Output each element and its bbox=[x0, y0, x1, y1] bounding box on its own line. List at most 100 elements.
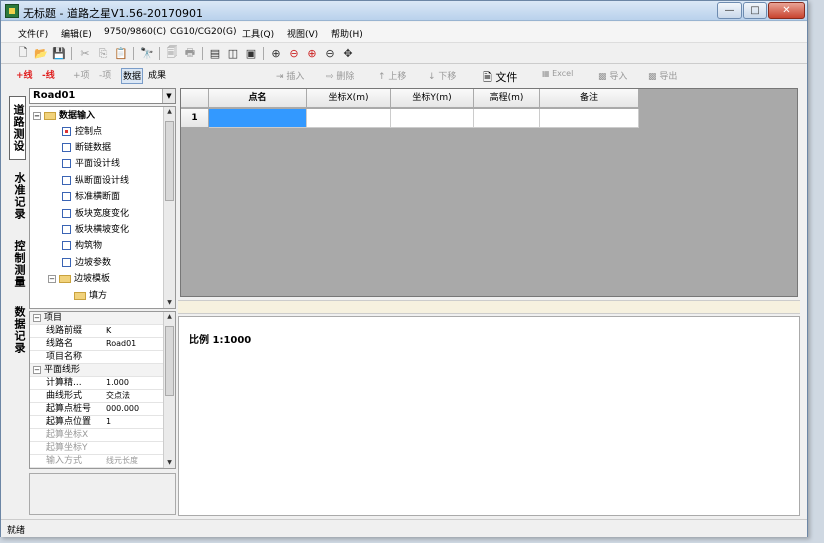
tree-item[interactable]: 构筑物 bbox=[62, 239, 102, 254]
checkbox-icon[interactable] bbox=[62, 159, 71, 168]
pan-icon[interactable]: ✥ bbox=[340, 46, 356, 61]
minimize-button[interactable]: — bbox=[717, 2, 742, 19]
column-header[interactable]: 点名 bbox=[209, 89, 307, 108]
menu-tools[interactable]: 工具(Q) bbox=[239, 26, 277, 41]
prop-row[interactable]: 计算精... 1.000 bbox=[30, 377, 164, 390]
scroll-up-icon[interactable]: ▲ bbox=[164, 107, 175, 117]
menu-file[interactable]: 文件(F) bbox=[15, 26, 51, 41]
layout-2-icon[interactable]: ◫ bbox=[225, 46, 241, 61]
tree-item[interactable]: 板块宽度变化 bbox=[62, 207, 129, 222]
checkbox-icon[interactable] bbox=[62, 258, 71, 267]
find-icon[interactable]: 🔭 bbox=[139, 46, 155, 61]
tree-item[interactable]: 平面设计线 bbox=[62, 157, 120, 172]
grid-cell[interactable] bbox=[540, 109, 639, 128]
checkbox-icon[interactable] bbox=[62, 192, 71, 201]
props-scrollbar[interactable]: ▲ ▼ bbox=[163, 312, 175, 468]
export-button[interactable]: ▩ 导出 bbox=[648, 69, 677, 82]
scroll-up-icon[interactable]: ▲ bbox=[164, 312, 175, 322]
scroll-down-icon[interactable]: ▼ bbox=[164, 458, 175, 468]
checkbox-icon[interactable] bbox=[62, 127, 71, 136]
paste-icon[interactable]: 📋 bbox=[113, 46, 129, 61]
title-bar[interactable]: 无标题 - 道路之星V1.56-20170901 — □ ✕ bbox=[1, 1, 807, 21]
excel-button[interactable]: ▦ Excel bbox=[542, 69, 573, 78]
print-icon[interactable]: 🖶 bbox=[182, 46, 198, 61]
prop-row[interactable]: 输入方式 线元长度 bbox=[30, 455, 164, 468]
tree-scrollbar[interactable]: ▲ ▼ bbox=[163, 107, 175, 308]
add-line-button[interactable]: +线 bbox=[15, 68, 34, 84]
chevron-down-icon[interactable]: ▼ bbox=[162, 89, 175, 103]
print-preview-icon[interactable]: 🗐 bbox=[164, 46, 180, 61]
copy-icon[interactable]: ⎘ bbox=[95, 46, 111, 61]
tab-result[interactable]: 成果 bbox=[147, 68, 167, 84]
scroll-down-icon[interactable]: ▼ bbox=[164, 298, 175, 308]
grid-cell[interactable] bbox=[391, 109, 474, 128]
zoom-window-icon[interactable]: ⊖ bbox=[286, 46, 302, 61]
tree-root[interactable]: − 数据输入 bbox=[33, 109, 95, 124]
tree-item[interactable]: 控制点 bbox=[62, 125, 102, 140]
tree-subfolder[interactable]: 填方 bbox=[74, 289, 107, 304]
collapse-icon[interactable]: − bbox=[33, 111, 41, 120]
grid-cell[interactable] bbox=[474, 109, 540, 128]
prop-category[interactable]: − 平面线形 bbox=[30, 364, 164, 377]
file-button[interactable]: 🗎 文件 bbox=[483, 69, 517, 88]
checkbox-icon[interactable] bbox=[62, 225, 71, 234]
prop-row[interactable]: 项目名称 bbox=[30, 351, 164, 364]
checkbox-icon[interactable] bbox=[62, 209, 71, 218]
tree-item[interactable]: 板块横坡变化 bbox=[62, 223, 129, 238]
tree-folder[interactable]: − 边坡模板 bbox=[48, 272, 110, 287]
layout-3-icon[interactable]: ▣ bbox=[243, 46, 259, 61]
menu-view[interactable]: 视图(V) bbox=[284, 26, 321, 41]
column-header[interactable]: 备注 bbox=[540, 89, 639, 108]
vtab-data-record[interactable]: 数据记录 bbox=[9, 298, 26, 362]
import-button[interactable]: ▩ 导入 bbox=[598, 69, 627, 82]
zoom-fit-icon[interactable]: ⊕ bbox=[268, 46, 284, 61]
insert-button[interactable]: ⇥ 插入 bbox=[276, 69, 304, 82]
grid-corner[interactable] bbox=[181, 89, 209, 108]
close-button[interactable]: ✕ bbox=[768, 2, 805, 19]
road-select[interactable]: Road01 ▼ bbox=[29, 88, 176, 104]
tab-data[interactable]: 数据 bbox=[121, 68, 144, 84]
grid-cell-selected[interactable] bbox=[209, 109, 307, 128]
prop-row[interactable]: 起算点桩号 000.000 bbox=[30, 403, 164, 416]
zoom-out-icon[interactable]: ⊖ bbox=[322, 46, 338, 61]
prop-row[interactable]: 线路前缀 K bbox=[30, 325, 164, 338]
column-header[interactable]: 坐标Y(m) bbox=[391, 89, 474, 108]
menu-cg10[interactable]: CG10/CG20(G) bbox=[167, 26, 239, 38]
tree-item[interactable]: 边坡参数 bbox=[62, 256, 111, 271]
checkbox-icon[interactable] bbox=[62, 143, 71, 152]
column-header[interactable]: 高程(m) bbox=[474, 89, 540, 108]
new-file-icon[interactable]: 🗋 bbox=[15, 46, 31, 61]
prop-row[interactable]: 曲线形式 交点法 bbox=[30, 390, 164, 403]
open-folder-icon[interactable]: 📂 bbox=[33, 46, 49, 61]
remove-line-button[interactable]: -线 bbox=[41, 68, 56, 84]
collapse-icon[interactable]: − bbox=[48, 274, 56, 283]
prop-row[interactable]: 起算坐标Y bbox=[30, 442, 164, 455]
drawing-canvas[interactable]: 比例 1:1000 bbox=[178, 316, 800, 516]
splitter-strip[interactable] bbox=[178, 300, 800, 314]
menu-help[interactable]: 帮助(H) bbox=[328, 26, 366, 41]
row-header[interactable]: 1 bbox=[181, 109, 209, 128]
move-down-button[interactable]: ↓ 下移 bbox=[428, 69, 456, 82]
tree-item[interactable]: 纵断面设计线 bbox=[62, 174, 129, 189]
cut-icon[interactable]: ✂ bbox=[77, 46, 93, 61]
add-item-button[interactable]: +项 bbox=[72, 68, 91, 84]
collapse-icon[interactable]: − bbox=[33, 314, 41, 322]
column-header[interactable]: 坐标X(m) bbox=[307, 89, 391, 108]
move-up-button[interactable]: ↑ 上移 bbox=[378, 69, 406, 82]
vtab-road-survey[interactable]: 道路测设 bbox=[9, 96, 26, 160]
menu-9750[interactable]: 9750/9860(C) bbox=[101, 26, 169, 38]
tree-item[interactable]: 标准横断面 bbox=[62, 190, 120, 205]
scroll-thumb[interactable] bbox=[165, 121, 174, 201]
checkbox-icon[interactable] bbox=[62, 241, 71, 250]
remove-item-button[interactable]: -项 bbox=[98, 68, 112, 84]
grid-cell[interactable] bbox=[307, 109, 391, 128]
checkbox-icon[interactable] bbox=[62, 176, 71, 185]
vtab-control-survey[interactable]: 控制测量 bbox=[9, 232, 26, 296]
scroll-thumb[interactable] bbox=[165, 326, 174, 396]
save-icon[interactable]: 💾 bbox=[51, 46, 67, 61]
prop-row[interactable]: 线路名 Road01 bbox=[30, 338, 164, 351]
prop-row[interactable]: 起算点位置 1 bbox=[30, 416, 164, 429]
zoom-in-icon[interactable]: ⊕ bbox=[304, 46, 320, 61]
prop-category[interactable]: − 项目 bbox=[30, 312, 164, 325]
layout-1-icon[interactable]: ▤ bbox=[207, 46, 223, 61]
